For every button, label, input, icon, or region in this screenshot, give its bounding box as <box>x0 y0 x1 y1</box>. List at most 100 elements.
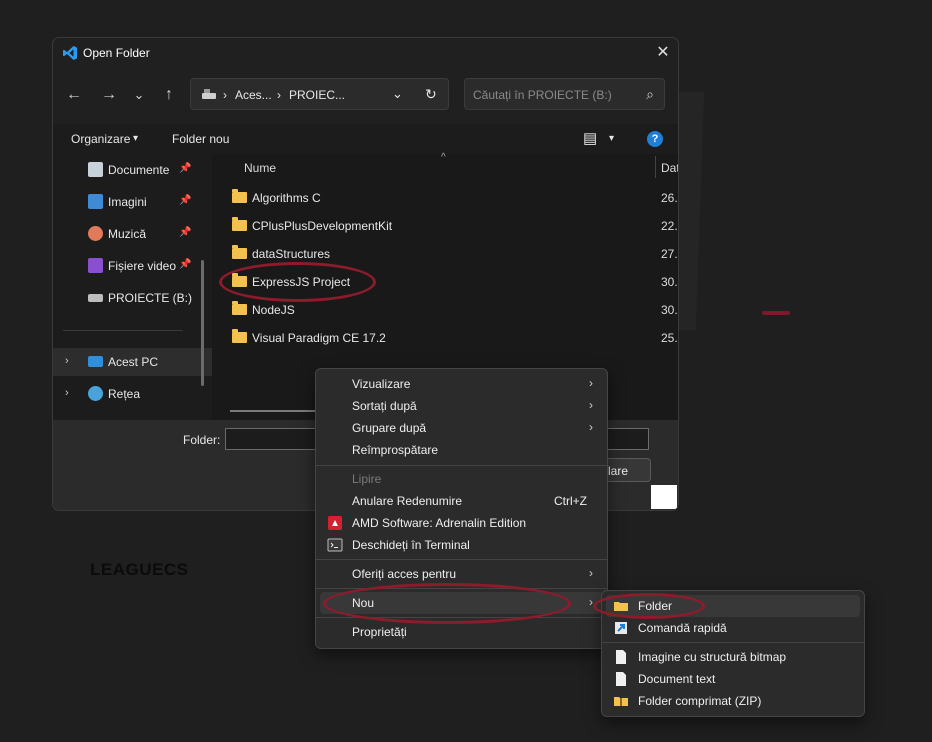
submenu-item-zip-folder[interactable]: Folder comprimat (ZIP) <box>606 690 860 712</box>
menu-item-shortcut: Ctrl+Z <box>554 494 587 508</box>
title-bar[interactable]: Open Folder ✕ <box>53 38 678 68</box>
file-row-expressjs-project[interactable]: ExpressJS Project 30. <box>212 268 678 296</box>
sidebar-item-videos[interactable]: Fișiere video 📌 <box>53 252 212 280</box>
network-icon <box>88 386 103 401</box>
file-row-nodejs[interactable]: NodeJS 30. <box>212 296 678 324</box>
file-date: 26. <box>661 191 678 205</box>
sidebar-item-documents[interactable]: Documente 📌 <box>53 156 212 184</box>
pin-icon: 📌 <box>179 195 192 206</box>
folder-icon <box>232 329 247 343</box>
sidebar-item-projects-drive[interactable]: PROIECTE (B:) <box>53 284 212 312</box>
menu-item-undo-rename[interactable]: Anulare Redenumire Ctrl+Z <box>320 490 603 512</box>
sidebar-item-network[interactable]: › Rețea <box>53 380 212 408</box>
file-name: CPlusPlusDevelopmentKit <box>252 219 393 233</box>
search-input[interactable]: Căutați în PROIECTE (B:) ⌕ <box>464 78 665 110</box>
menu-separator <box>316 617 607 618</box>
sidebar-item-label: Imagini <box>108 195 147 209</box>
expand-icon[interactable]: › <box>65 355 69 367</box>
sidebar-item-label: Rețea <box>108 387 141 401</box>
pin-icon: 📌 <box>179 227 192 238</box>
submenu-item-bitmap-image[interactable]: Imagine cu structură bitmap <box>606 646 860 668</box>
zip-folder-icon <box>614 697 628 706</box>
menu-item-refresh[interactable]: Reîmprospătare <box>320 439 603 461</box>
menu-item-label: Deschideți în Terminal <box>352 538 470 552</box>
file-icon <box>616 650 626 664</box>
organize-caret-icon: ▾ <box>133 133 139 144</box>
sidebar-item-label: Muzică <box>108 227 147 241</box>
this-pc-icon <box>88 356 103 367</box>
sort-ascending-icon: ^ <box>441 152 446 163</box>
menu-item-give-access[interactable]: Oferiți acces pentru › <box>320 563 603 585</box>
refresh-button[interactable]: ↻ <box>425 86 437 103</box>
file-row-algorithms-c[interactable]: Algorithms C 26. <box>212 184 678 212</box>
menu-separator <box>316 465 607 466</box>
column-header-date[interactable]: Dat <box>661 161 678 175</box>
menu-item-label: Nou <box>352 596 375 610</box>
menu-item-label: Document text <box>638 672 716 686</box>
back-button[interactable]: ← <box>62 83 86 107</box>
forward-button[interactable]: → <box>97 83 121 107</box>
file-name: NodeJS <box>252 303 295 317</box>
menu-item-new[interactable]: Nou › <box>320 592 603 614</box>
menu-item-view[interactable]: Vizualizare › <box>320 373 603 395</box>
column-header-name[interactable]: Nume <box>244 161 276 175</box>
menu-item-sort-by[interactable]: Sortați după › <box>320 395 603 417</box>
address-dropdown-button[interactable]: ⌄ <box>392 86 403 102</box>
command-bar: Organizare ▾ Folder nou ▤ ▾ ? <box>53 124 678 154</box>
sidebar-item-this-pc[interactable]: › Acest PC <box>53 348 212 376</box>
view-options-icon[interactable]: ▤ <box>583 129 597 147</box>
folder-icon <box>232 273 247 287</box>
file-row-datastructures[interactable]: dataStructures 27. <box>212 240 678 268</box>
menu-item-label: Oferiți acces pentru <box>352 567 457 581</box>
amd-icon <box>328 516 342 530</box>
folder-icon <box>232 301 247 315</box>
sidebar-item-label: Documente <box>108 163 170 177</box>
file-date: 30. <box>661 303 678 317</box>
menu-item-properties[interactable]: Proprietăți <box>320 621 603 643</box>
view-caret-icon[interactable]: ▾ <box>609 133 614 144</box>
menu-separator <box>316 588 607 589</box>
address-segment-projects[interactable]: PROIEC... <box>289 88 345 102</box>
sidebar-scrollbar[interactable] <box>201 260 204 386</box>
sidebar-item-pictures[interactable]: Imagini 📌 <box>53 188 212 216</box>
pin-icon: 📌 <box>179 259 192 270</box>
file-row-cplusplus-devkit[interactable]: CPlusPlusDevelopmentKit 22. <box>212 212 678 240</box>
menu-item-open-terminal[interactable]: Deschideți în Terminal <box>320 534 603 556</box>
submenu-item-shortcut[interactable]: Comandă rapidă <box>606 617 860 639</box>
chevron-right-icon: › <box>589 595 593 609</box>
sidebar-item-label: PROIECTE (B:) <box>108 291 193 305</box>
new-folder-button[interactable]: Folder nou <box>172 132 229 146</box>
resize-grip[interactable] <box>651 485 677 509</box>
folder-icon <box>614 602 628 611</box>
menu-item-amd-software[interactable]: AMD Software: Adrenalin Edition <box>320 512 603 534</box>
column-separator[interactable] <box>655 156 656 178</box>
chevron-right-icon: › <box>589 420 593 434</box>
menu-item-label: Grupare după <box>352 421 427 435</box>
select-folder-label: lare <box>607 464 628 478</box>
menu-item-label: Reîmprospătare <box>352 443 439 457</box>
sidebar-item-label: Fișiere video <box>108 259 177 273</box>
pin-icon: 📌 <box>179 163 192 174</box>
menu-separator <box>602 642 864 643</box>
background-dash <box>762 311 790 315</box>
menu-item-label: Vizualizare <box>352 377 411 391</box>
folder-icon <box>232 245 247 259</box>
help-icon[interactable]: ? <box>647 131 663 147</box>
close-button[interactable]: ✕ <box>648 38 678 68</box>
file-name: ExpressJS Project <box>252 275 351 289</box>
horizontal-scrollbar[interactable] <box>230 410 316 412</box>
recent-locations-button[interactable]: ⌄ <box>127 83 151 107</box>
organize-menu[interactable]: Organizare <box>71 132 130 146</box>
expand-icon[interactable]: › <box>65 387 69 399</box>
file-date: 22. <box>661 219 678 233</box>
sidebar-item-music[interactable]: Muzică 📌 <box>53 220 212 248</box>
submenu-item-text-document[interactable]: Document text <box>606 668 860 690</box>
drive-icon <box>202 89 216 99</box>
menu-item-group-by[interactable]: Grupare după › <box>320 417 603 439</box>
address-bar[interactable]: › Aces... › PROIEC... ⌄ ↻ <box>190 78 449 110</box>
address-segment-this-pc[interactable]: Aces... <box>235 88 272 102</box>
dialog-title: Open Folder <box>83 46 150 60</box>
submenu-item-folder[interactable]: Folder <box>606 595 860 617</box>
up-button[interactable]: ↑ <box>157 83 181 107</box>
file-row-visual-paradigm[interactable]: Visual Paradigm CE 17.2 25. <box>212 324 678 352</box>
